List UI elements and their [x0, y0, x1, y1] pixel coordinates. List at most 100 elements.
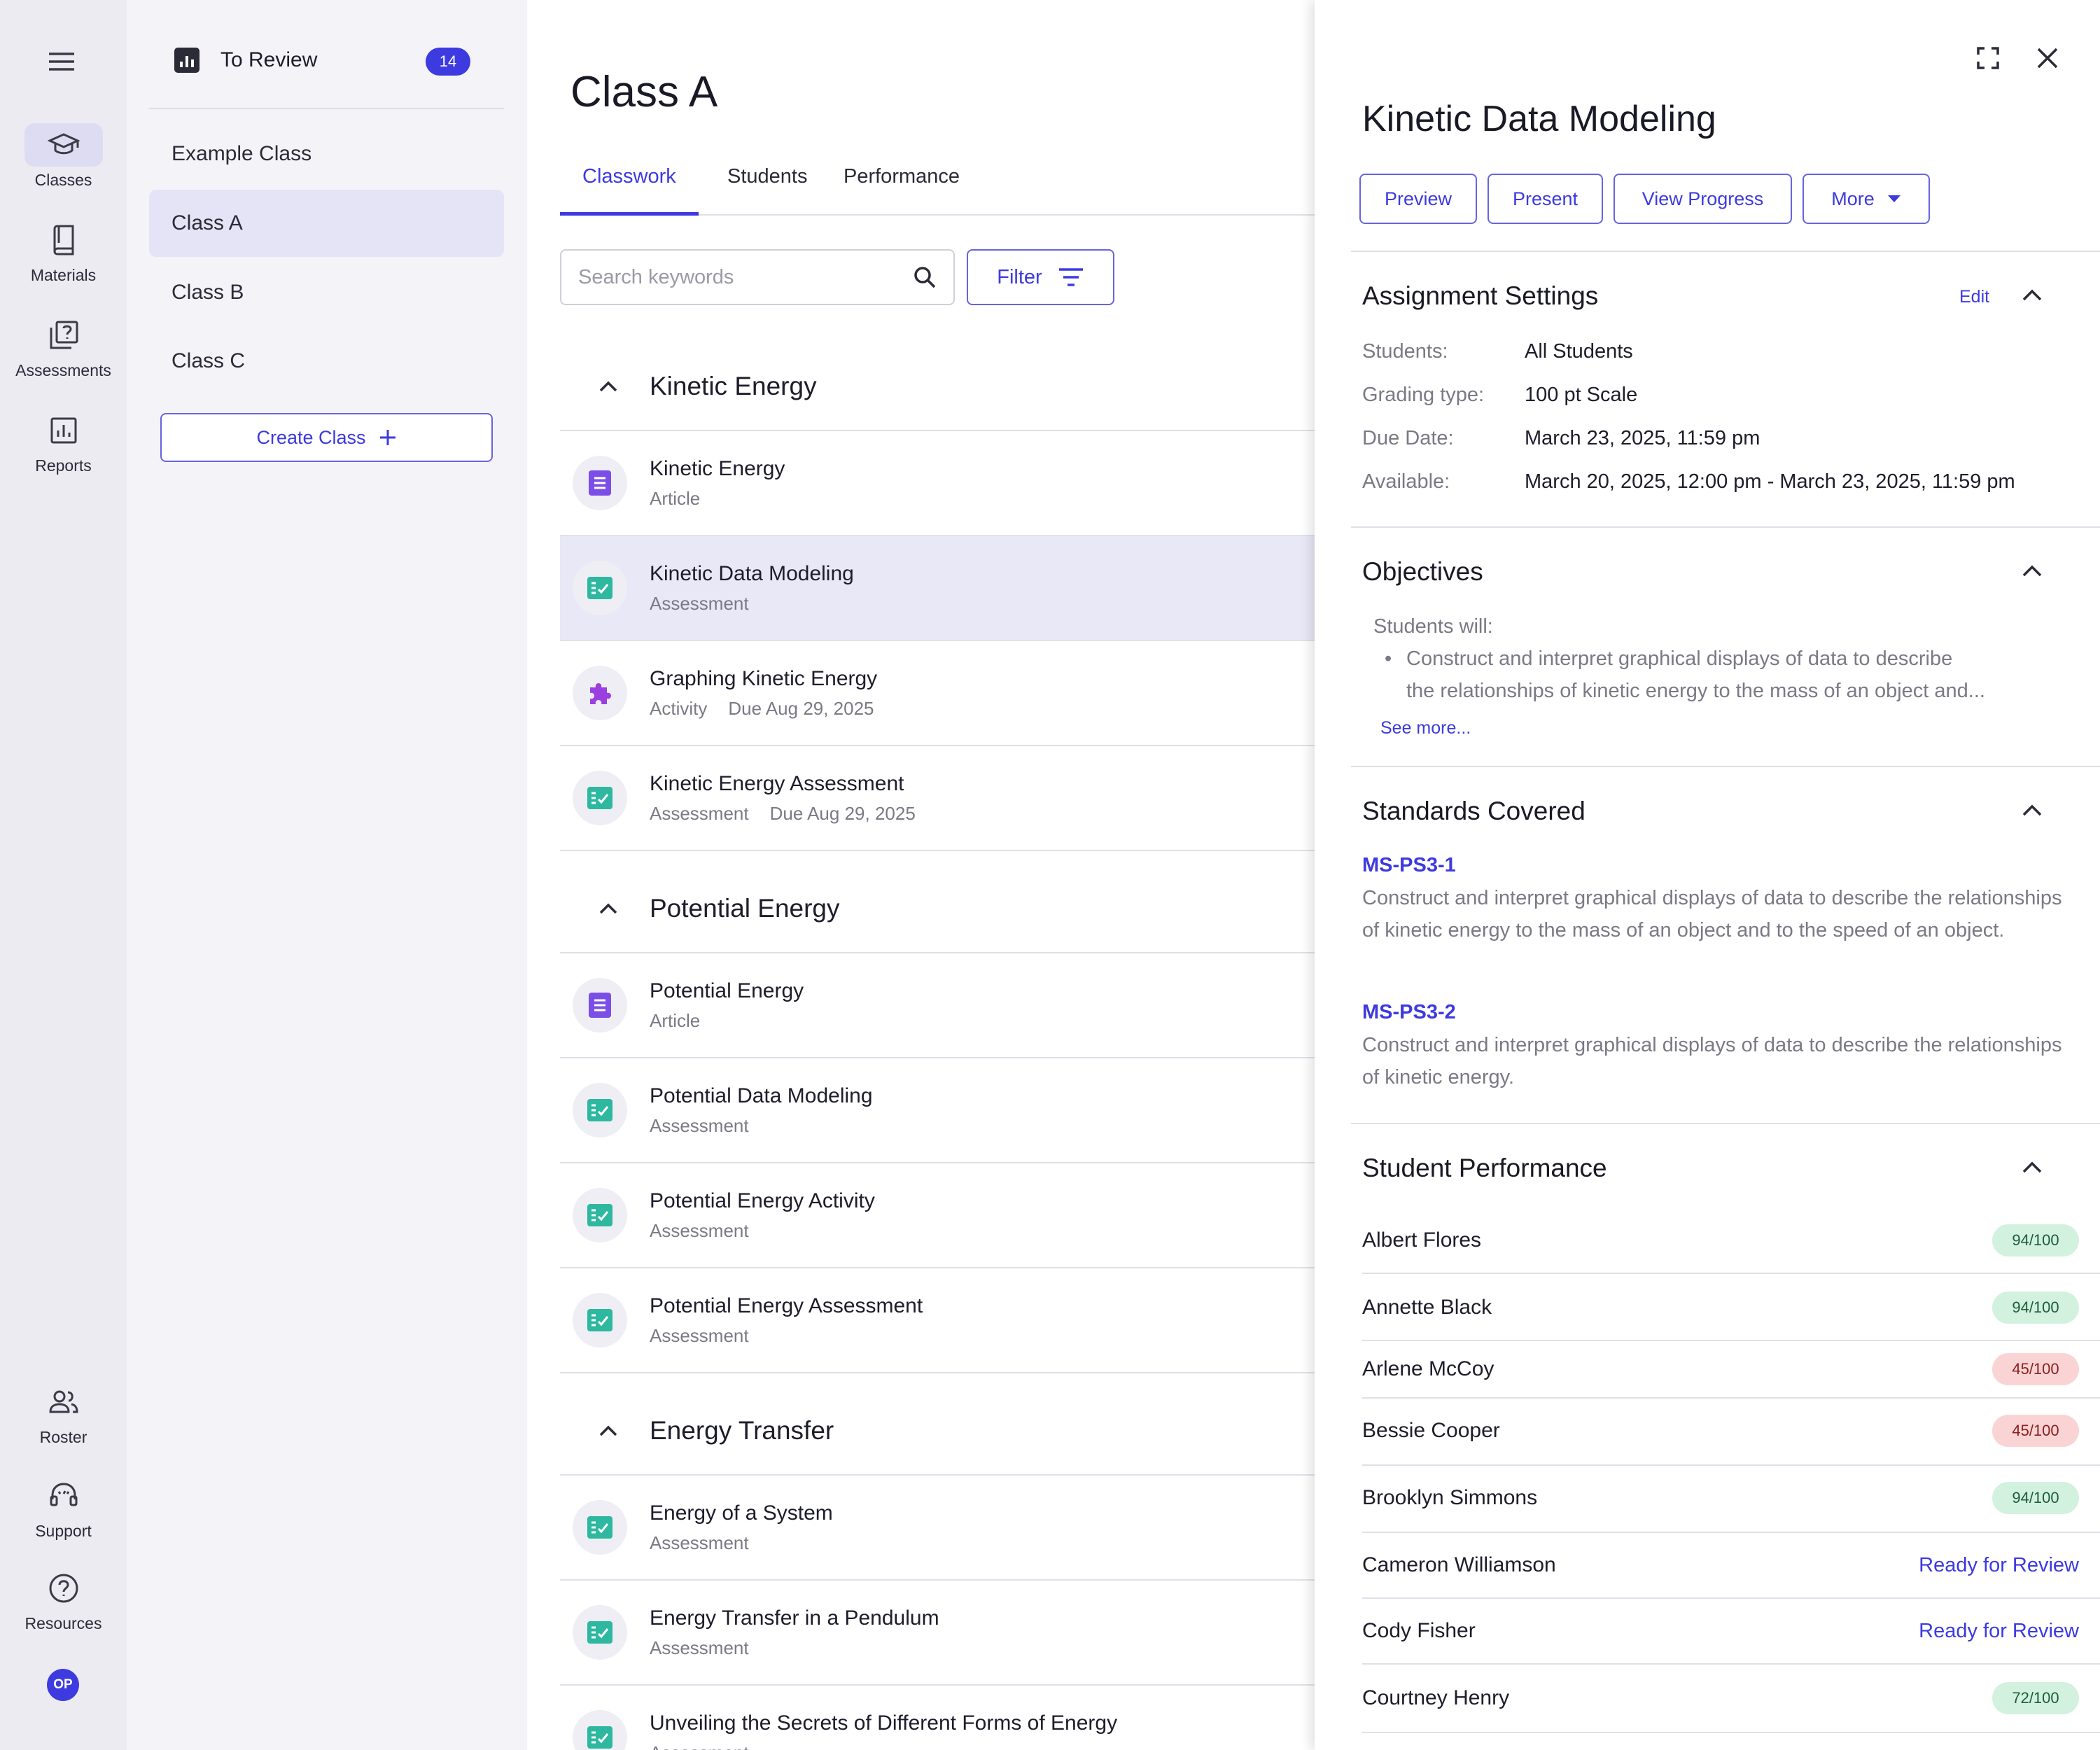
score-badge: 45/100 — [1992, 1415, 2079, 1447]
search-box — [560, 249, 955, 305]
score-badge: 94/100 — [1992, 1292, 2079, 1324]
section-title: Kinetic Energy — [650, 372, 817, 400]
nav-roster[interactable]: Roster — [0, 1380, 127, 1447]
preview-button[interactable]: Preview — [1359, 174, 1477, 224]
setting-due-date: Due Date: March 23, 2025, 11:59 pm — [1362, 427, 1760, 450]
avatar[interactable]: OP — [47, 1669, 79, 1701]
more-label: More — [1831, 188, 1875, 209]
assessment-icon — [573, 1188, 627, 1242]
list-item[interactable]: Potential Data Modeling Assessment — [560, 1058, 1315, 1163]
list-item-selected[interactable]: Kinetic Data Modeling Assessment — [560, 536, 1315, 641]
expand-icon[interactable] — [1976, 46, 2000, 70]
nav-resources[interactable]: Resources — [0, 1567, 127, 1633]
nav-classes-label: Classes — [34, 171, 92, 189]
student-row[interactable]: Cody Fisher Ready for Review — [1362, 1614, 2079, 1648]
tab-students[interactable]: Students — [705, 165, 830, 216]
standard-code[interactable]: MS-PS3-1 — [1362, 854, 1456, 877]
chevron-up-icon[interactable] — [2022, 564, 2043, 578]
nav-roster-label: Roster — [39, 1428, 88, 1446]
student-name: Cameron Williamson — [1362, 1553, 1556, 1576]
search-icon[interactable] — [913, 265, 937, 289]
divider — [1362, 1273, 2100, 1274]
close-icon[interactable] — [2036, 46, 2059, 70]
list-item[interactable]: Kinetic Energy Article — [560, 431, 1315, 536]
chevron-up-icon[interactable] — [588, 902, 629, 915]
item-type: Assessment — [650, 802, 749, 824]
ready-for-review-link[interactable]: Ready for Review — [1919, 1620, 2079, 1643]
settings-heading: Assignment Settings — [1362, 281, 1599, 310]
tab-classwork[interactable]: Classwork — [560, 165, 699, 216]
setting-label: Students: — [1362, 340, 1448, 363]
chevron-up-icon[interactable] — [588, 380, 629, 393]
list-item[interactable]: Potential Energy Assessment Assessment — [560, 1268, 1315, 1373]
student-row[interactable]: Bessie Cooper 45/100 — [1362, 1414, 2079, 1448]
list-item[interactable]: Potential Energy Article — [560, 953, 1315, 1058]
class-item-class-b[interactable]: Class B — [149, 259, 504, 326]
assessment-icon — [573, 1605, 627, 1660]
more-dropdown[interactable]: More — [1802, 174, 1930, 224]
tab-performance[interactable]: Performance — [821, 165, 982, 216]
section-title: Energy Transfer — [650, 1416, 834, 1445]
view-progress-button[interactable]: View Progress — [1614, 174, 1792, 224]
class-item-class-a[interactable]: Class A — [149, 190, 504, 257]
student-row[interactable]: Courtney Henry 72/100 — [1362, 1681, 2079, 1715]
filter-button[interactable]: Filter — [967, 249, 1114, 305]
item-due: Due Aug 29, 2025 — [769, 802, 916, 824]
article-icon — [573, 978, 627, 1032]
section-energy-transfer[interactable]: Energy Transfer — [560, 1387, 1315, 1476]
page-title: Class A — [570, 68, 718, 116]
puzzle-icon — [573, 666, 627, 720]
nav-classes[interactable]: Classes — [0, 123, 127, 190]
divider — [1362, 1340, 2100, 1341]
nav-reports[interactable]: Reports — [0, 409, 127, 475]
present-button[interactable]: Present — [1488, 174, 1603, 224]
standard-description: Construct and interpret graphical displa… — [1362, 1034, 2062, 1088]
quiz-icon — [24, 314, 103, 357]
list-item[interactable]: Energy Transfer in a Pendulum Assessment — [560, 1581, 1315, 1686]
class-item-class-c[interactable]: Class C — [149, 328, 504, 395]
filter-label: Filter — [997, 265, 1042, 288]
nav-support[interactable]: Support — [0, 1474, 127, 1541]
student-row[interactable]: Annette Black 94/100 — [1362, 1291, 2079, 1324]
performance-heading: Student Performance — [1362, 1154, 1607, 1182]
student-name: Annette Black — [1362, 1296, 1492, 1319]
chevron-up-icon[interactable] — [2022, 804, 2043, 818]
student-row[interactable]: Albert Flores 94/100 — [1362, 1224, 2079, 1257]
nav-assessments[interactable]: Assessments — [0, 314, 127, 380]
list-item[interactable]: Unveiling the Secrets of Different Forms… — [560, 1686, 1315, 1750]
edit-link[interactable]: Edit — [1959, 287, 1989, 307]
student-row[interactable]: Brooklyn Simmons 94/100 — [1362, 1481, 2079, 1515]
list-item[interactable]: Kinetic Energy Assessment Assessment Due A… — [560, 746, 1315, 851]
item-type: Assessment — [650, 1324, 749, 1346]
list-item[interactable]: Potential Energy Activity Assessment — [560, 1163, 1315, 1268]
list-item[interactable]: Graphing Kinetic Energy Activity Due Aug 2… — [560, 641, 1315, 746]
create-class-button[interactable]: Create Class — [160, 413, 493, 462]
setting-students: Students: All Students — [1362, 340, 1633, 363]
graduation-cap-icon — [24, 123, 103, 167]
ready-for-review-link[interactable]: Ready for Review — [1919, 1554, 2079, 1577]
to-review-label: To Review — [220, 48, 318, 71]
student-row[interactable]: Arlene McCoy 45/100 — [1362, 1352, 2079, 1386]
section-kinetic-energy[interactable]: Kinetic Energy — [560, 343, 1315, 431]
setting-available: Available: March 20, 2025, 12:00 pm - Mar… — [1362, 470, 2015, 493]
student-row[interactable]: Cameron Williamson Ready for Review — [1362, 1548, 2079, 1582]
list-item[interactable]: Energy of a System Assessment — [560, 1476, 1315, 1581]
chevron-up-icon[interactable] — [2022, 288, 2043, 302]
nav-materials[interactable]: Materials — [0, 218, 127, 285]
divider — [1362, 1732, 2100, 1733]
score-badge: 94/100 — [1992, 1482, 2079, 1514]
to-review[interactable]: To Review 14 — [149, 39, 504, 109]
item-title: Energy of a System — [650, 1501, 833, 1525]
item-title: Unveiling the Secrets of Different Forms… — [650, 1711, 1118, 1735]
search-input[interactable] — [578, 265, 886, 289]
setting-label: Available: — [1362, 470, 1450, 493]
review-count-badge: 14 — [426, 48, 470, 76]
menu-icon[interactable] — [46, 50, 77, 73]
chevron-up-icon[interactable] — [2022, 1161, 2043, 1175]
class-item-example[interactable]: Example Class — [149, 120, 504, 188]
section-potential-energy[interactable]: Potential Energy — [560, 865, 1315, 953]
section-title: Potential Energy — [650, 894, 840, 923]
chevron-up-icon[interactable] — [588, 1424, 629, 1437]
standard-code[interactable]: MS-PS3-2 — [1362, 1001, 1456, 1024]
see-more-link[interactable]: See more... — [1380, 718, 1471, 738]
